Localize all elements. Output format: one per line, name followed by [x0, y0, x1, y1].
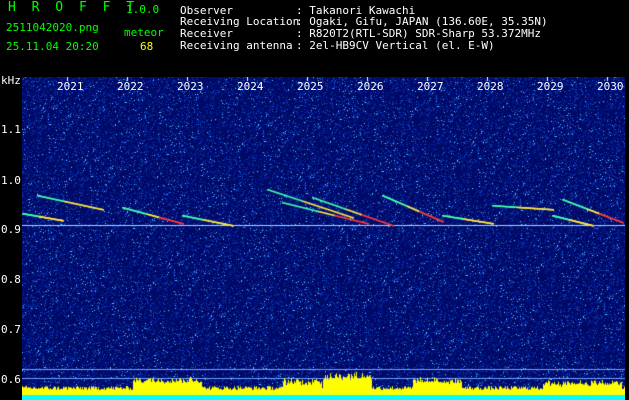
app-version: 1.0.0 [126, 3, 160, 16]
spectrogram-canvas [22, 77, 625, 400]
app-title: H R O F F T [8, 0, 139, 15]
file-name: 2511042020.png [6, 21, 99, 34]
x-tick-label: 2021 [57, 80, 84, 93]
x-tick-label: 2024 [237, 80, 264, 93]
y-tick-label: 0.6 [1, 373, 21, 386]
x-tick-label: 2025 [297, 80, 324, 93]
spectrogram-panel [22, 77, 625, 400]
header-panel: H R O F F T 1.0.0 2511042020.png meteor … [0, 0, 629, 72]
y-axis-unit: kHz [1, 74, 21, 87]
x-tick-label: 2029 [537, 80, 564, 93]
meteor-count: 68 [140, 40, 154, 53]
x-tick-label: 2023 [177, 80, 204, 93]
y-tick-label: 0.9 [1, 223, 21, 236]
x-tick-label: 2022 [117, 80, 144, 93]
x-tick-label: 2026 [357, 80, 384, 93]
x-tick-label: 2027 [417, 80, 444, 93]
file-datetime: 25.11.04 20:20 [6, 40, 99, 53]
info-antenna-key: Receiving antenna [180, 39, 293, 52]
y-tick-label: 1.0 [1, 174, 21, 187]
hrofft-window: { "app": { "name": "H R O F F T", "versi… [0, 0, 629, 400]
x-tick-label: 2030 [597, 80, 624, 93]
y-tick-label: 0.8 [1, 273, 21, 286]
info-antenna-value: : 2el-HB9CV Vertical (el. E-W) [296, 39, 495, 52]
y-tick-label: 1.1 [1, 123, 21, 136]
meteor-label: meteor [124, 26, 164, 39]
y-tick-label: 0.7 [1, 323, 21, 336]
x-tick-label: 2028 [477, 80, 504, 93]
